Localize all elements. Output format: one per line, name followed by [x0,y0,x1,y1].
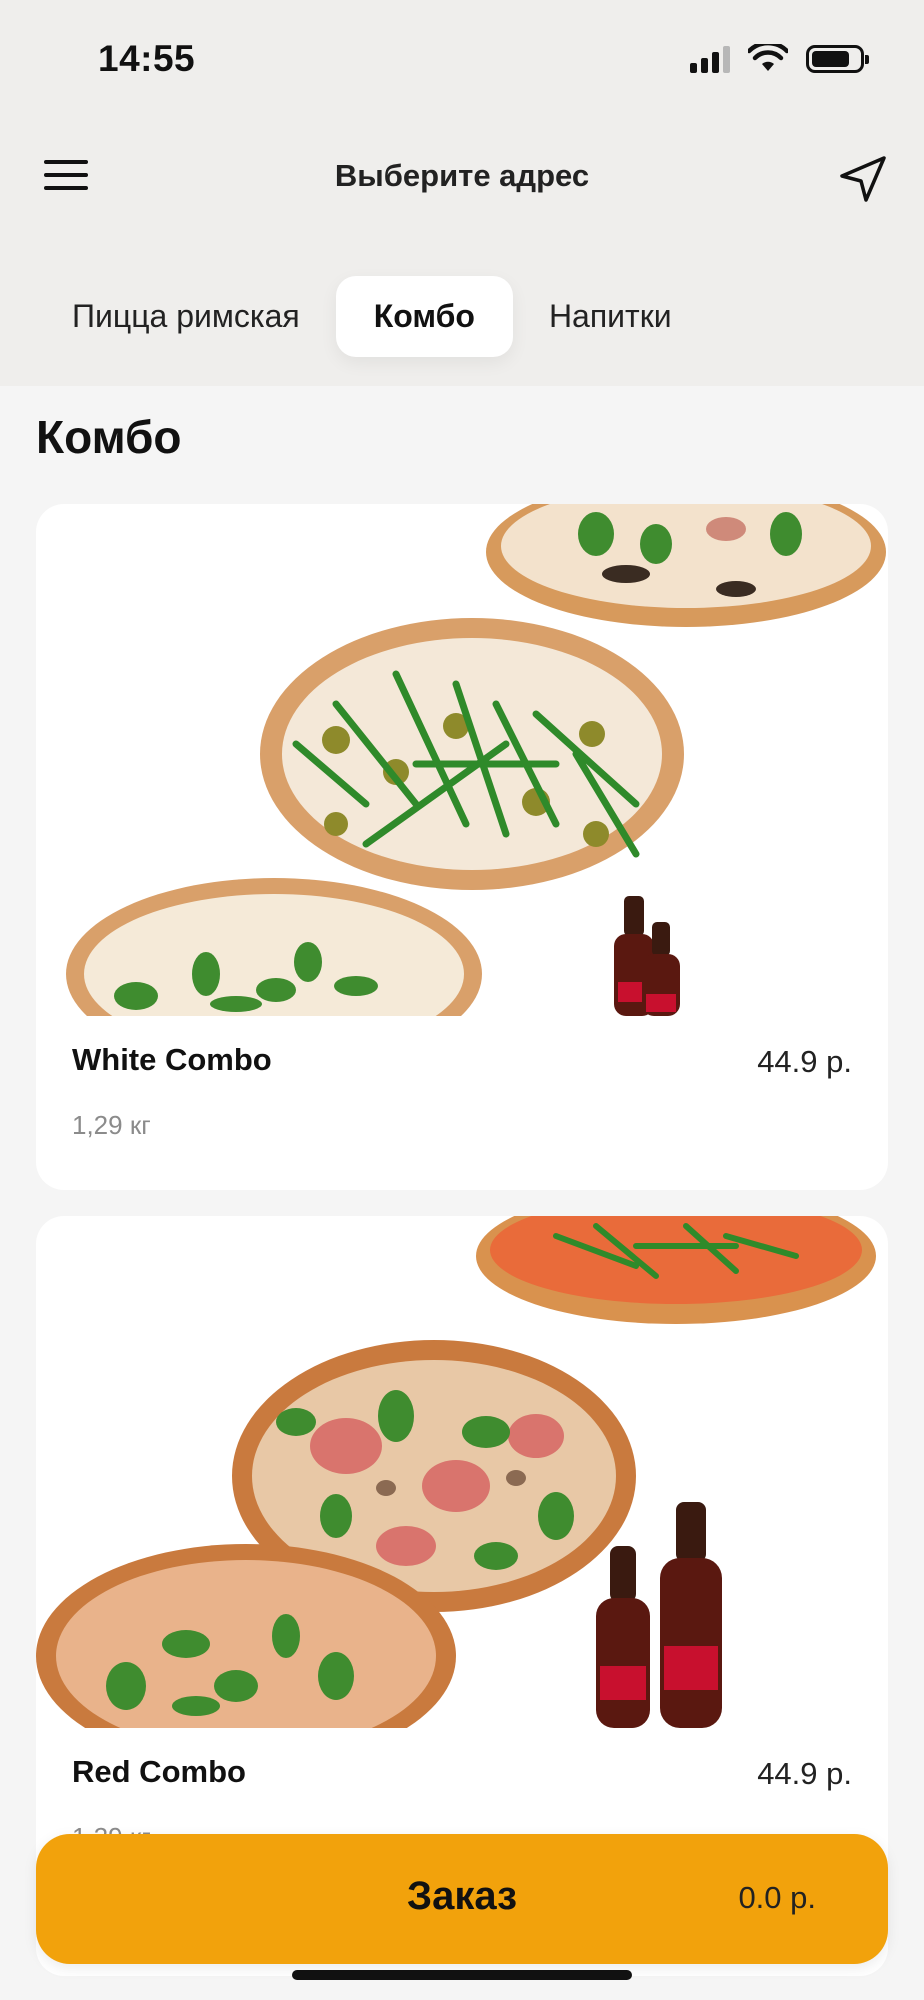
product-image [66,504,886,1016]
product-price: 44.9 р. [757,1756,852,1791]
product-card-white-combo[interactable]: White Combo 44.9 р. 1,29 кг [36,504,888,1190]
tab-drinks[interactable]: Напитки [535,276,686,357]
top-header-area: 14:55 Выберите адрес Пицца римская Комбо… [0,0,924,386]
product-weight: 1,29 кг [72,1110,151,1140]
status-icons [690,44,869,74]
section-title: Комбо [36,411,182,463]
category-tabs: Пицца римская Комбо Напитки [58,276,708,357]
location-button[interactable] [836,152,890,206]
status-time: 14:55 [98,38,196,79]
wifi-icon [748,44,788,71]
product-list: Комбо White Combo 44.9 р. 1,29 кг Red Co… [0,386,924,2000]
product-image [36,1216,876,1728]
cellular-signal-icon [690,45,730,73]
product-name: Red Combo [72,1754,246,1789]
address-selector[interactable]: Выберите адрес [0,158,924,194]
tab-roman-pizza[interactable]: Пицца римская [58,276,314,357]
product-price: 44.9 р. [757,1044,852,1079]
product-name: White Combo [72,1042,272,1077]
battery-icon [806,45,869,73]
order-total: 0.0 р. [738,1880,816,1915]
order-button[interactable]: Заказ 0.0 р. [36,1834,888,1964]
tab-combo[interactable]: Комбо [335,276,513,357]
home-indicator [292,1970,632,1980]
navigation-arrow-icon [840,156,886,202]
